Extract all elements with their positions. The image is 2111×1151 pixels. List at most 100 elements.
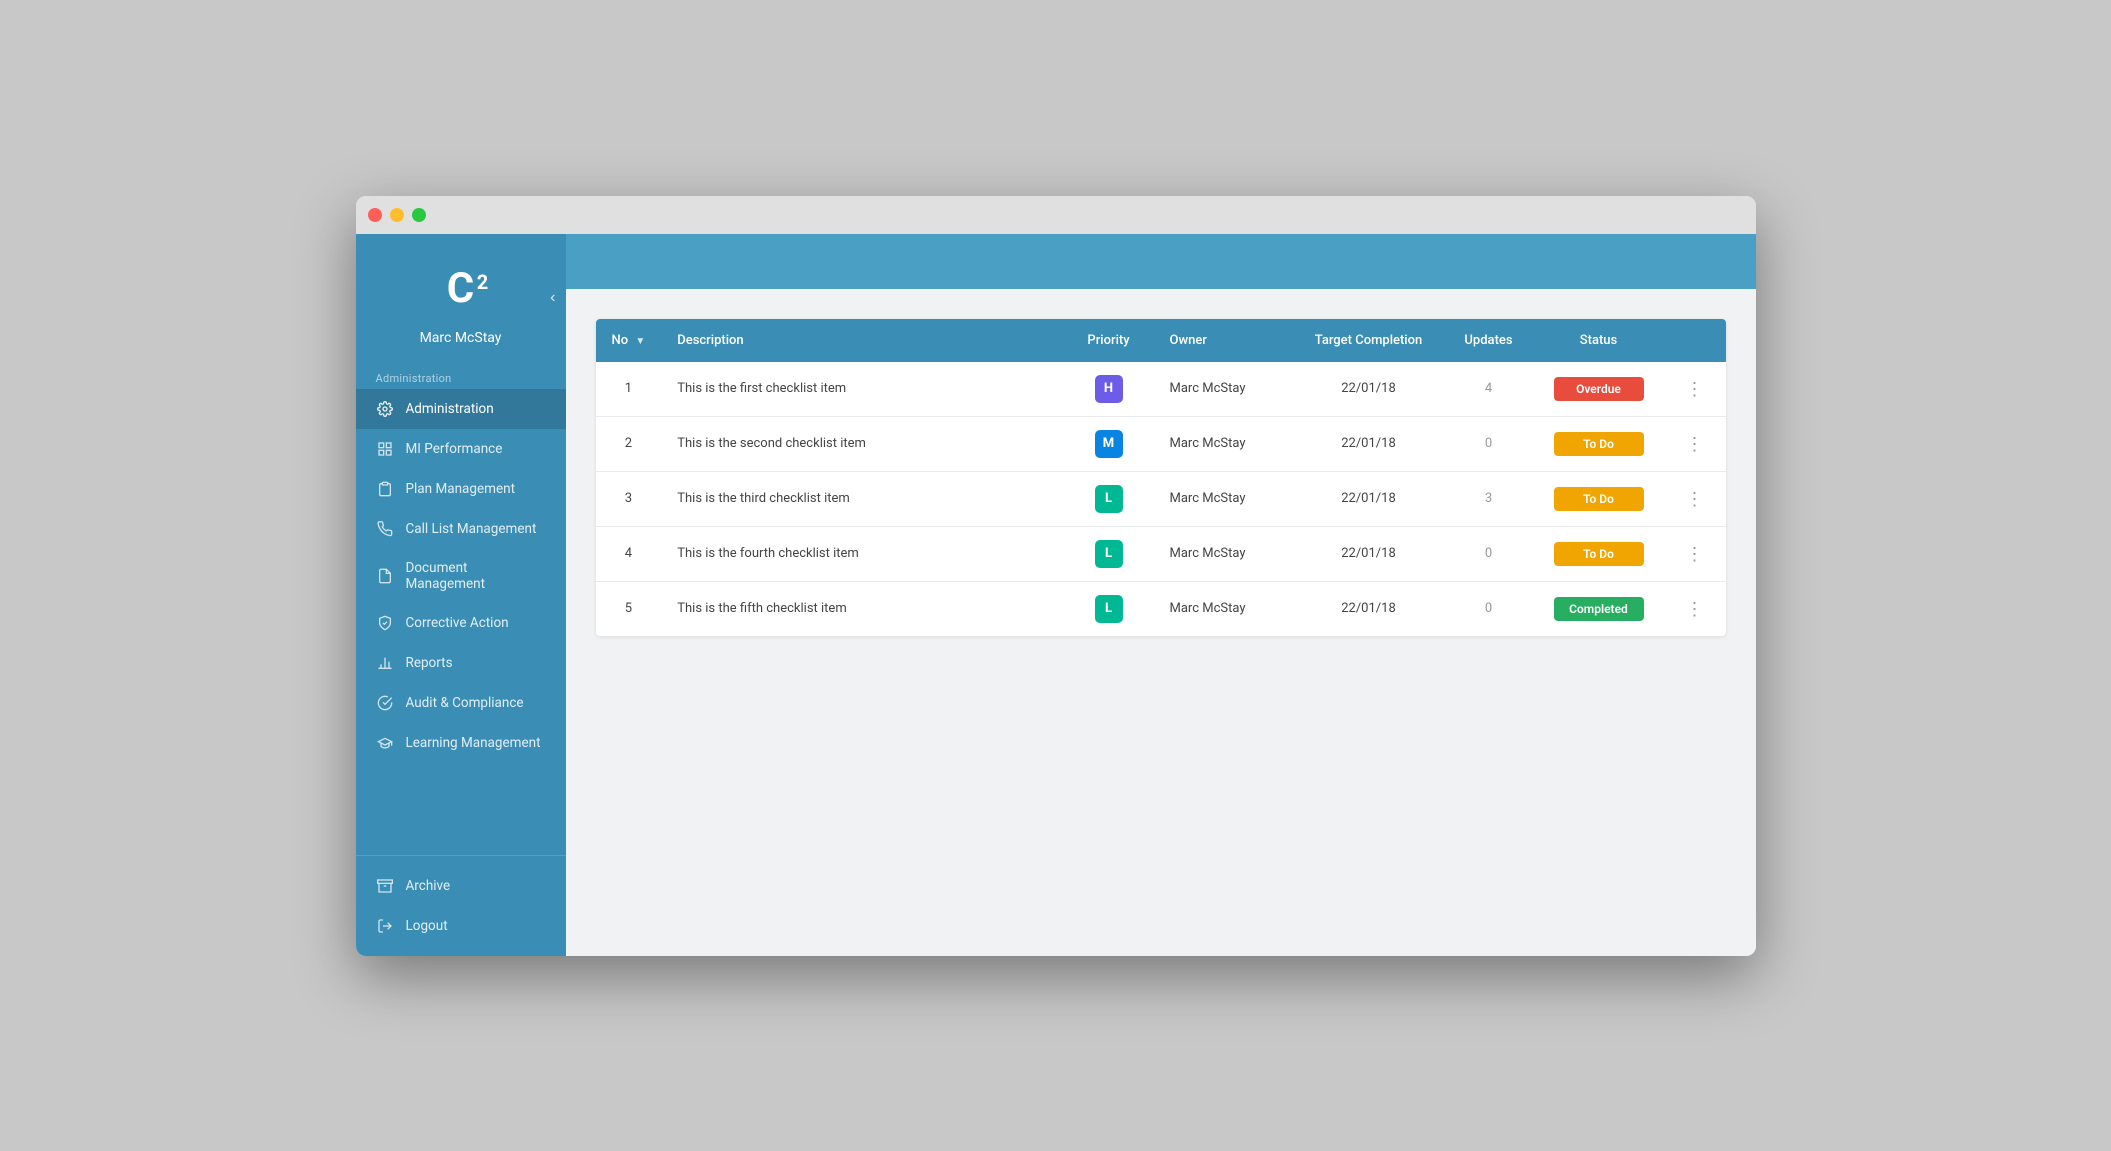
- window-controls: [368, 208, 426, 222]
- user-name: Marc McStay: [420, 330, 502, 346]
- sidebar-item-label: Archive: [406, 878, 451, 894]
- cell-description: This is the fourth checklist item: [661, 526, 1063, 581]
- cell-description: This is the third checklist item: [661, 471, 1063, 526]
- app-window: ‹ C2 Marc McStay Administration Ad: [356, 196, 1756, 956]
- cell-target-completion: 22/01/18: [1294, 362, 1444, 417]
- cell-owner: Marc McStay: [1154, 471, 1294, 526]
- cell-description: This is the first checklist item: [661, 362, 1063, 417]
- sidebar-item-learning-management[interactable]: Learning Management: [356, 723, 566, 763]
- cell-no: 2: [596, 416, 662, 471]
- cell-priority: L: [1064, 526, 1154, 581]
- document-icon: [376, 567, 394, 585]
- sidebar-item-document-management[interactable]: Document Management: [356, 549, 566, 603]
- main-content: No ▼ Description Priority Owner Target C…: [566, 234, 1756, 956]
- table-header-row: No ▼ Description Priority Owner Target C…: [596, 319, 1726, 362]
- cell-updates: 0: [1444, 581, 1534, 636]
- cell-actions: ⋮: [1664, 526, 1726, 581]
- phone-icon: [376, 520, 394, 538]
- cell-actions: ⋮: [1664, 581, 1726, 636]
- row-more-button[interactable]: ⋮: [1680, 378, 1710, 400]
- cell-owner: Marc McStay: [1154, 416, 1294, 471]
- col-header-target-completion: Target Completion: [1294, 319, 1444, 362]
- cell-no: 3: [596, 471, 662, 526]
- table-row: 5 This is the fifth checklist item L Mar…: [596, 581, 1726, 636]
- sidebar-item-label: Call List Management: [406, 521, 537, 537]
- graduation-icon: [376, 734, 394, 752]
- cell-updates: 3: [1444, 471, 1534, 526]
- data-table-container: No ▼ Description Priority Owner Target C…: [596, 319, 1726, 636]
- cell-status: Overdue: [1534, 362, 1664, 417]
- cell-priority: H: [1064, 362, 1154, 417]
- priority-badge: L: [1095, 485, 1123, 513]
- table-row: 4 This is the fourth checklist item L Ma…: [596, 526, 1726, 581]
- sidebar-item-label: Administration: [406, 401, 494, 417]
- sidebar-item-label: Learning Management: [406, 735, 541, 751]
- close-button[interactable]: [368, 208, 382, 222]
- cell-description: This is the fifth checklist item: [661, 581, 1063, 636]
- sidebar-item-plan-management[interactable]: Plan Management: [356, 469, 566, 509]
- cell-status: To Do: [1534, 416, 1664, 471]
- priority-badge: H: [1095, 375, 1123, 403]
- col-header-status: Status: [1534, 319, 1664, 362]
- logo-text: C2: [447, 268, 474, 310]
- cell-updates: 0: [1444, 416, 1534, 471]
- status-badge: To Do: [1554, 542, 1644, 566]
- row-more-button[interactable]: ⋮: [1680, 488, 1710, 510]
- status-badge: Completed: [1554, 597, 1644, 621]
- sidebar-item-label: MI Performance: [406, 441, 503, 457]
- app-container: ‹ C2 Marc McStay Administration Ad: [356, 234, 1756, 956]
- minimize-button[interactable]: [390, 208, 404, 222]
- collapse-sidebar-button[interactable]: ‹: [550, 289, 555, 307]
- sidebar-item-archive[interactable]: Archive: [356, 866, 566, 906]
- sidebar-item-label: Corrective Action: [406, 615, 509, 631]
- col-header-owner: Owner: [1154, 319, 1294, 362]
- cell-owner: Marc McStay: [1154, 526, 1294, 581]
- sidebar: ‹ C2 Marc McStay Administration Ad: [356, 234, 566, 956]
- row-more-button[interactable]: ⋮: [1680, 433, 1710, 455]
- cell-description: This is the second checklist item: [661, 416, 1063, 471]
- status-badge: To Do: [1554, 487, 1644, 511]
- table-row: 3 This is the third checklist item L Mar…: [596, 471, 1726, 526]
- shield-check-icon: [376, 614, 394, 632]
- grid-icon: [376, 440, 394, 458]
- check-circle-icon: [376, 694, 394, 712]
- sidebar-nav: Administration Administration: [356, 362, 566, 855]
- sidebar-item-label: Document Management: [406, 560, 546, 592]
- cell-priority: L: [1064, 581, 1154, 636]
- gear-icon: [376, 400, 394, 418]
- sidebar-item-mi-performance[interactable]: MI Performance: [356, 429, 566, 469]
- cell-target-completion: 22/01/18: [1294, 471, 1444, 526]
- col-header-description: Description: [661, 319, 1063, 362]
- status-badge: To Do: [1554, 432, 1644, 456]
- sidebar-item-logout[interactable]: Logout: [356, 906, 566, 946]
- sidebar-section-label: Administration: [356, 362, 566, 389]
- priority-badge: M: [1095, 430, 1123, 458]
- cell-priority: L: [1064, 471, 1154, 526]
- cell-status: Completed: [1534, 581, 1664, 636]
- sidebar-header: ‹ C2 Marc McStay: [356, 234, 566, 362]
- cell-owner: Marc McStay: [1154, 362, 1294, 417]
- sidebar-item-administration[interactable]: Administration: [356, 389, 566, 429]
- cell-actions: ⋮: [1664, 362, 1726, 417]
- sidebar-item-label: Plan Management: [406, 481, 515, 497]
- maximize-button[interactable]: [412, 208, 426, 222]
- cell-status: To Do: [1534, 471, 1664, 526]
- priority-badge: L: [1095, 595, 1123, 623]
- logo: C2: [426, 254, 496, 324]
- cell-owner: Marc McStay: [1154, 581, 1294, 636]
- sidebar-item-reports[interactable]: Reports: [356, 643, 566, 683]
- sidebar-item-corrective-action[interactable]: Corrective Action: [356, 603, 566, 643]
- sidebar-item-audit-compliance[interactable]: Audit & Compliance: [356, 683, 566, 723]
- cell-target-completion: 22/01/18: [1294, 526, 1444, 581]
- titlebar: [356, 196, 1756, 234]
- sidebar-item-call-list-management[interactable]: Call List Management: [356, 509, 566, 549]
- col-header-no[interactable]: No ▼: [596, 319, 662, 362]
- row-more-button[interactable]: ⋮: [1680, 543, 1710, 565]
- main-header: [566, 234, 1756, 289]
- row-more-button[interactable]: ⋮: [1680, 598, 1710, 620]
- cell-priority: M: [1064, 416, 1154, 471]
- sidebar-item-label: Logout: [406, 918, 448, 934]
- status-badge: Overdue: [1554, 377, 1644, 401]
- clipboard-icon: [376, 480, 394, 498]
- cell-updates: 0: [1444, 526, 1534, 581]
